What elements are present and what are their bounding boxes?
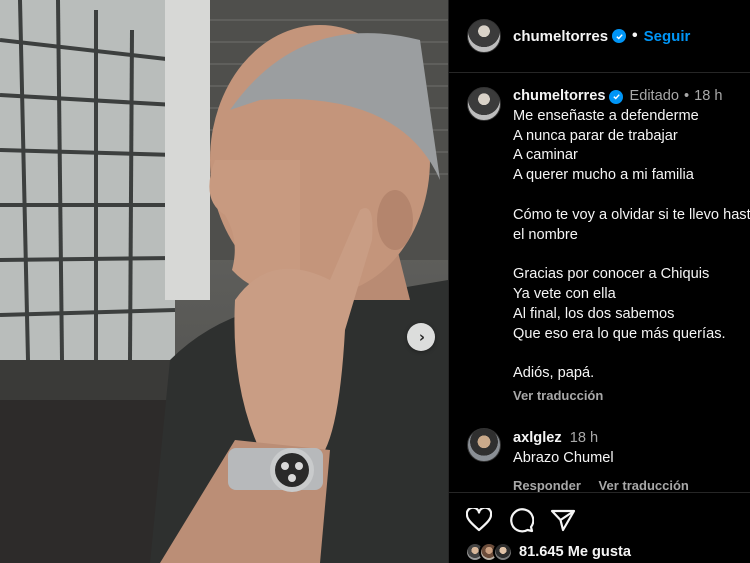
caption-author-username[interactable]: chumeltorres [513, 87, 605, 107]
caption-author-avatar[interactable] [467, 87, 501, 121]
photo-illustration [0, 0, 448, 563]
commenter-username[interactable]: axlglez [513, 430, 562, 446]
comment-timestamp[interactable]: 18 h [570, 430, 598, 446]
commenter-avatar[interactable] [467, 427, 501, 462]
caption-line: Ya vete con ella [513, 285, 616, 302]
author-username[interactable]: chumeltorres [513, 28, 608, 45]
caption-line: Al final, los dos sabemos [513, 305, 675, 322]
caption-line: Gracias por conocer a Chiquis [513, 266, 710, 283]
comment-translate-link[interactable]: Ver traducción [599, 478, 689, 493]
caption-timestamp[interactable]: 18 h [694, 87, 722, 107]
post-header: chumeltorres • Seguir [449, 0, 750, 73]
caption-line: A nunca parar de trabajar [513, 127, 678, 144]
comment: axlglez 18 h Abrazo Chumel Responder Ver… [449, 406, 750, 496]
likes-row[interactable]: 81.645 Me gusta [465, 542, 750, 562]
comment-icon[interactable] [507, 506, 535, 534]
likes-count[interactable]: 81.645 Me gusta [519, 544, 631, 560]
caption-line: Que eso era lo que más querías. [513, 325, 726, 342]
action-bar: 81.645 Me gusta [449, 492, 750, 563]
verified-badge-icon [612, 29, 627, 43]
edited-label: Editado [629, 88, 679, 104]
comment-text: Abrazo Chumel [513, 449, 614, 466]
post-caption: chumeltorres Editado • 18 h Me enseñaste… [449, 73, 750, 406]
post-photo: › [0, 0, 448, 563]
separator-dot: • [683, 88, 690, 104]
caption-line: A caminar [513, 147, 578, 164]
follow-button[interactable]: Seguir [644, 28, 691, 45]
heart-icon[interactable] [465, 506, 493, 534]
verified-badge-icon [609, 89, 624, 104]
caption-line: el nombre [513, 226, 578, 243]
send-icon[interactable] [549, 506, 577, 534]
separator-dot: • [632, 27, 638, 44]
author-avatar[interactable] [467, 19, 501, 53]
caption-translate-link[interactable]: Ver traducción [513, 386, 750, 406]
liker-avatar [493, 542, 513, 562]
chevron-right-icon: › [418, 327, 426, 346]
caption-line: A querer mucho a mi familia [513, 167, 694, 184]
carousel-next-button[interactable]: › [407, 323, 435, 351]
caption-line: Cómo te voy a olvidar si te llevo hasta … [513, 206, 750, 223]
caption-line: Adiós, papá. [513, 365, 595, 382]
caption-line: Me enseñaste a defenderme [513, 107, 699, 124]
reply-button[interactable]: Responder [513, 478, 581, 493]
post-sidebar: chumeltorres • Seguir chumeltorres Edita… [448, 0, 750, 563]
